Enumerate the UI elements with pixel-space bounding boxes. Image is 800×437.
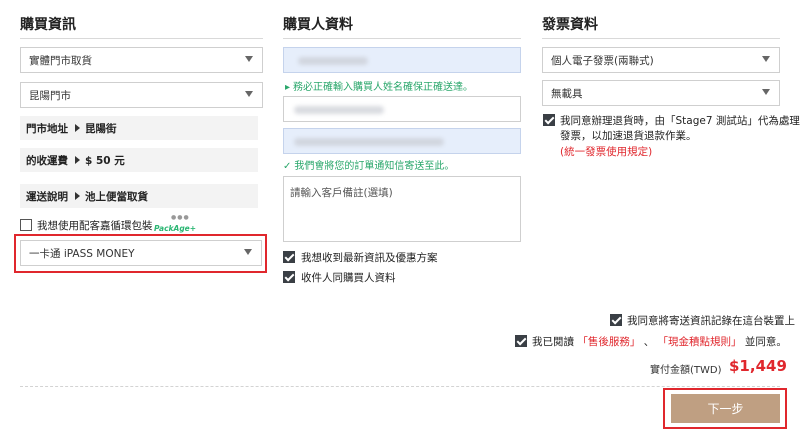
delivery-method-value: 實體門市取貨 xyxy=(29,54,92,67)
buyer-name-input[interactable] xyxy=(283,47,521,73)
purchase-divider xyxy=(20,38,263,39)
redacted-text xyxy=(294,106,384,114)
redacted-text xyxy=(298,57,368,65)
invoice-agree-line2: 發票，以加速退貨退款作業。 xyxy=(560,130,697,142)
buyer-name-hint: ▸ 務必正確輸入購買人姓名確保正確送達。 xyxy=(285,78,473,93)
total-amount-label: 實付金額(TWD) xyxy=(650,365,722,376)
terms-quote-open: 「 xyxy=(577,336,588,348)
eco-package-checkbox[interactable] xyxy=(20,219,32,231)
buyer-info-title: 購買人資料 xyxy=(283,17,353,33)
chevron-down-icon xyxy=(762,89,770,95)
next-step-button[interactable]: 下一步 xyxy=(671,394,780,423)
subscribe-checkbox[interactable] xyxy=(283,251,295,263)
store-value: 昆陽門市 xyxy=(29,89,71,102)
chevron-down-icon xyxy=(244,249,252,255)
shipping-note-row: 運送說明 池上便當取貨 xyxy=(20,184,258,208)
remember-device-label: 我同意將寄送資訊記錄在這台裝置上 xyxy=(627,315,795,327)
buyer-divider xyxy=(283,38,521,39)
caret-right-icon xyxy=(75,156,80,164)
cash-points-rule-link[interactable]: 現金積點規則 xyxy=(668,336,731,348)
chevron-down-icon xyxy=(245,56,253,62)
buyer-phone-input[interactable] xyxy=(283,96,521,122)
subscribe-label: 我想收到最新資訊及優惠方案 xyxy=(301,252,438,264)
buyer-email-hint: ✓ 我們會將您的訂單通知信寄送至此。 xyxy=(283,157,454,172)
package-logo-dots-icon: ●●● xyxy=(171,214,190,221)
buyer-name-hint-text: 務必正確輸入購買人姓名確保正確送達。 xyxy=(293,82,474,93)
total-amount-value: $1,449 xyxy=(729,357,787,375)
caret-right-green-icon: ▸ xyxy=(285,82,291,93)
store-address-label: 門市地址 xyxy=(26,122,68,135)
payment-method-value: 一卡通 iPASS MONEY xyxy=(29,247,135,260)
chevron-down-icon xyxy=(245,91,253,97)
footer-dashed-divider xyxy=(20,386,780,387)
shipping-note-value: 池上便當取貨 xyxy=(85,190,148,203)
check-circle-icon: ✓ xyxy=(283,161,292,172)
after-sales-service-link[interactable]: 售後服務 xyxy=(588,336,630,348)
buyer-email-input[interactable] xyxy=(283,128,521,154)
remember-device-checkbox[interactable] xyxy=(610,314,622,326)
invoice-type-select[interactable]: 個人電子發票(兩聯式) xyxy=(542,47,780,73)
terms-quote-open: 「 xyxy=(657,336,669,348)
caret-right-icon xyxy=(75,124,80,132)
terms-prefix: 我已閱讀 xyxy=(532,336,574,348)
terms-separator: 、 xyxy=(643,336,655,348)
invoice-agree-checkbox[interactable] xyxy=(543,114,555,126)
store-address-value: 昆陽街 xyxy=(85,122,117,135)
terms-statement: 我已閱讀 「售後服務」 、 「現金積點規則」 並同意。 xyxy=(532,334,787,349)
terms-quote-close: 」 xyxy=(629,336,641,348)
eco-package-label: 我想使用配客嘉循環包裝 xyxy=(37,220,153,232)
buyer-email-hint-text: 我們會將您的訂單通知信寄送至此。 xyxy=(294,161,455,172)
terms-checkbox[interactable] xyxy=(515,335,527,347)
purchase-info-title: 購買資訊 xyxy=(20,17,76,33)
shipping-note-label: 運送說明 xyxy=(26,190,68,203)
caret-right-icon xyxy=(75,192,80,200)
store-select[interactable]: 昆陽門市 xyxy=(20,82,263,108)
customer-remark-textarea[interactable]: 請輸入客戶備註(選填) xyxy=(283,176,521,242)
chevron-down-icon xyxy=(762,56,770,62)
same-recipient-checkbox[interactable] xyxy=(283,271,295,283)
invoice-carrier-select[interactable]: 無載具 xyxy=(542,80,780,106)
invoice-type-value: 個人電子發票(兩聯式) xyxy=(551,54,654,67)
redacted-text xyxy=(294,138,444,146)
shipping-fee-label: 的收運費 xyxy=(26,154,68,167)
store-address-row: 門市地址 昆陽街 xyxy=(20,116,258,140)
invoice-rule-link[interactable]: (統一發票使用規定) xyxy=(560,144,652,159)
terms-suffix: 並同意。 xyxy=(744,336,787,348)
invoice-carrier-value: 無載具 xyxy=(551,87,583,100)
invoice-divider xyxy=(542,38,780,39)
shipping-fee-value: $ 50 元 xyxy=(85,154,125,167)
terms-quote-close: 」 xyxy=(731,336,742,348)
invoice-info-title: 發票資料 xyxy=(542,17,598,33)
same-recipient-label: 收件人同購買人資料 xyxy=(301,272,396,284)
invoice-agree-line1: 我同意辦理退貨時，由「Stage7 測試站」代為處理 xyxy=(560,115,800,127)
delivery-method-select[interactable]: 實體門市取貨 xyxy=(20,47,263,73)
shipping-fee-row: 的收運費 $ 50 元 xyxy=(20,148,258,172)
package-logo: PackAge+ xyxy=(154,224,197,233)
payment-method-select[interactable]: 一卡通 iPASS MONEY xyxy=(20,240,262,266)
